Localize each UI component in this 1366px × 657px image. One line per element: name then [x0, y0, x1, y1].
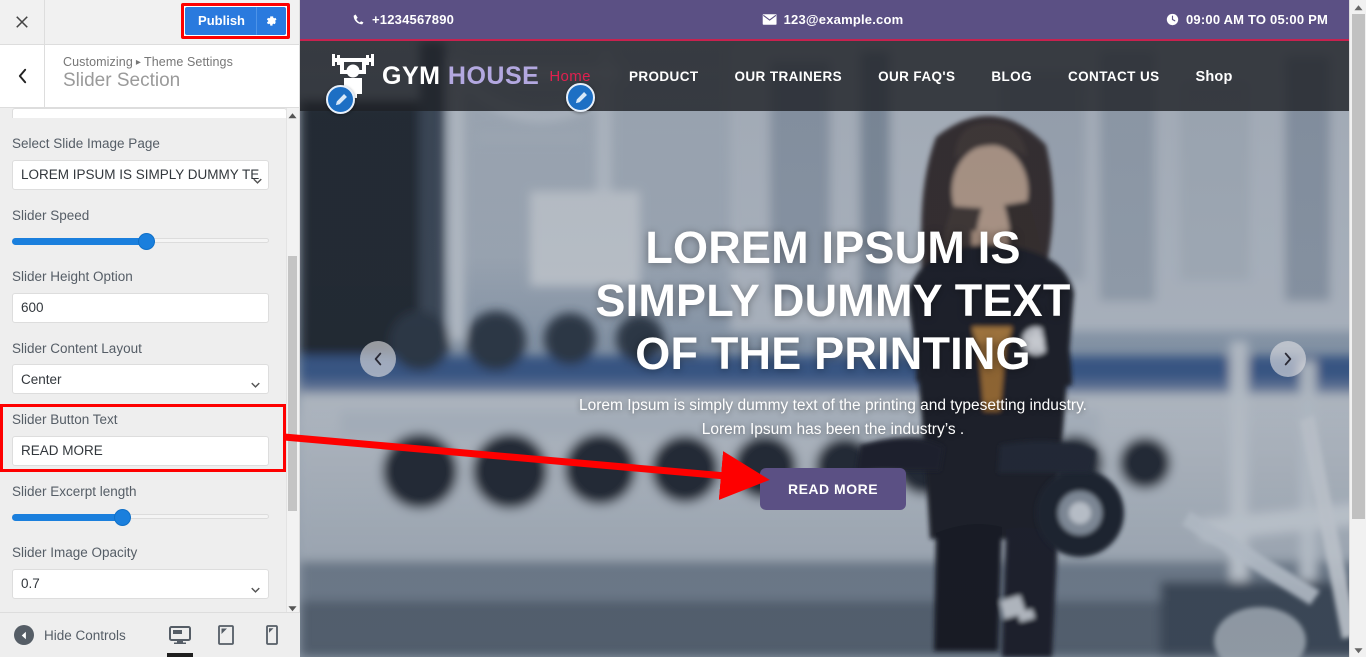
controls-panel: Select Slide Image Page LOREM IPSUM IS S…: [0, 108, 299, 616]
hero-title-line-3: OF THE PRINTING: [635, 328, 1031, 380]
select-value: LOREM IPSUM IS SIMPLY DUMMY TE: [21, 167, 260, 183]
back-button[interactable]: [0, 45, 45, 107]
nav-item-blog[interactable]: BLOG: [973, 69, 1050, 84]
nav-item-shop[interactable]: Shop: [1178, 69, 1251, 85]
control-slider-height-option: Slider Height Option 600: [12, 268, 287, 323]
control-slider-excerpt-length: Slider Excerpt length: [12, 483, 287, 528]
section-titles: Customizing ▸ Theme Settings Slider Sectio…: [45, 45, 233, 107]
select-slider-content-layout[interactable]: Center: [12, 364, 269, 395]
hero-title-line-2: SIMPLY DUMMY TEXT: [595, 275, 1071, 327]
nav-edit-pencil-icon[interactable]: [566, 83, 595, 112]
nav-item-home[interactable]: Home: [545, 68, 611, 85]
control-slider-image-opacity: Slider Image Opacity 0.7: [12, 544, 287, 599]
nav-item-contact-us[interactable]: CONTACT US: [1050, 69, 1178, 84]
hero-title-line-1: LOREM IPSUM IS: [645, 222, 1021, 273]
topbar-hours-label: 09:00 AM TO 05:00 PM: [1186, 12, 1328, 27]
logo-text-secondary: HOUSE: [447, 61, 540, 90]
control-label: Slider Height Option: [12, 269, 133, 285]
slider-excerpt-length-range[interactable]: [12, 507, 269, 527]
breadcrumb-parent[interactable]: Theme Settings: [144, 55, 233, 69]
control-label: Slider Excerpt length: [12, 483, 137, 499]
control-label: Slider Button Text: [12, 412, 118, 428]
close-icon[interactable]: [0, 0, 45, 44]
breadcrumb-separator: ▸: [135, 57, 141, 68]
slider-speed-range[interactable]: [12, 231, 269, 251]
range-thumb[interactable]: [115, 510, 130, 526]
sidebar-scrollbar-thumb[interactable]: [288, 256, 297, 511]
device-tablet-button[interactable]: [212, 613, 240, 657]
customizer-sidebar: Publish Customizing ▸ Theme Settings Sli…: [0, 0, 300, 657]
page-title: Slider Section: [63, 70, 181, 91]
scroll-up-icon[interactable]: [287, 110, 298, 121]
control-label: Slider Image Opacity: [12, 545, 138, 561]
hero-title: LOREM IPSUM IS SIMPLY DUMMY TEXT OF THE …: [480, 221, 1186, 380]
customizer-footer: Hide Controls: [0, 612, 300, 657]
chevron-down-icon: [253, 172, 262, 184]
breadcrumb: Customizing ▸ Theme Settings: [63, 55, 233, 69]
nav-item-product[interactable]: PRODUCT: [611, 69, 717, 84]
control-label: Slider Speed: [12, 207, 90, 223]
range-fill: [12, 514, 122, 522]
chevron-down-icon: [251, 581, 260, 593]
logo-text-primary: GYM: [382, 61, 441, 90]
device-preview-switcher: [166, 613, 300, 657]
topbar-email[interactable]: 123@example.com: [762, 12, 904, 27]
device-desktop-button[interactable]: [166, 613, 194, 657]
topbar-hours: 09:00 AM TO 05:00 PM: [1166, 12, 1328, 27]
preview-scrollbar[interactable]: [1349, 0, 1366, 657]
hide-controls-label: Hide Controls: [44, 627, 126, 643]
section-header: Customizing ▸ Theme Settings Slider Sectio…: [0, 45, 299, 108]
topbar-phone-label: +1234567890: [372, 12, 455, 27]
topbar-email-label: 123@example.com: [783, 12, 904, 27]
control-slider-content-layout: Slider Content Layout Center: [12, 340, 287, 395]
select-value: Center: [21, 371, 62, 387]
chevron-left-circle-icon: [14, 625, 34, 645]
control-label: Slider Content Layout: [12, 340, 142, 356]
envelope-icon: [762, 14, 777, 25]
hero-slider: LOREM IPSUM IS SIMPLY DUMMY TEXT OF THE …: [300, 41, 1366, 657]
phone-icon: [353, 14, 364, 25]
gear-icon[interactable]: [256, 7, 286, 35]
hero-content: LOREM IPSUM IS SIMPLY DUMMY TEXT OF THE …: [300, 221, 1366, 511]
preview-scrollbar-thumb[interactable]: [1352, 14, 1365, 519]
device-mobile-button[interactable]: [258, 613, 286, 657]
hide-controls-button[interactable]: Hide Controls: [0, 625, 126, 645]
site-nav-menu: Home PRODUCT OUR TRAINERS OUR FAQ'S BLOG…: [545, 68, 1250, 85]
range-thumb[interactable]: [139, 234, 154, 250]
control-slider-speed: Slider Speed: [12, 207, 287, 252]
hero-read-more-button[interactable]: READ MORE: [759, 468, 907, 511]
slider-height-input[interactable]: 600: [12, 292, 269, 323]
control-slider-button-text: Slider Button Text READ MORE: [12, 411, 287, 466]
slider-prev-button[interactable]: [360, 341, 396, 377]
range-fill: [12, 238, 146, 246]
preview-scroll-down-icon[interactable]: [1350, 643, 1366, 657]
site-preview: +1234567890 123@example.com 09:00 AM TO …: [300, 0, 1366, 657]
site-navbar: GYM HOUSE Home PRODUCT OUR TRAINERS OUR …: [300, 41, 1366, 114]
breadcrumb-root[interactable]: Customizing: [63, 55, 133, 69]
publish-button[interactable]: Publish: [185, 7, 256, 35]
select-value: 0.7: [21, 576, 40, 592]
clock-icon: [1166, 13, 1179, 26]
preview-scroll-up-icon[interactable]: [1350, 0, 1366, 14]
slider-next-button[interactable]: [1270, 341, 1306, 377]
nav-item-our-trainers[interactable]: OUR TRAINERS: [717, 69, 861, 84]
site-logo-text: GYM HOUSE: [382, 62, 539, 91]
chevron-down-icon: [251, 376, 260, 389]
slider-button-text-input[interactable]: READ MORE: [12, 435, 269, 466]
nav-item-our-faqs[interactable]: OUR FAQ'S: [860, 69, 973, 84]
select-slide-image-page[interactable]: LOREM IPSUM IS SIMPLY DUMMY TE: [12, 159, 269, 190]
topbar-phone[interactable]: +1234567890: [352, 12, 454, 27]
logo-edit-pencil-icon[interactable]: [326, 85, 355, 114]
hero-subtitle: Lorem Ipsum is simply dummy text of the …: [579, 397, 1087, 439]
select-slider-image-opacity[interactable]: 0.7: [12, 568, 269, 599]
customizer-header: Publish: [0, 0, 299, 45]
control-partially-hidden: [12, 108, 287, 118]
control-select-slide-image-page: Select Slide Image Page LOREM IPSUM IS S…: [12, 135, 287, 190]
sidebar-scrollbar[interactable]: [286, 108, 299, 616]
customizer-app: Publish Customizing ▸ Theme Settings Sli…: [0, 0, 1366, 657]
site-topbar: +1234567890 123@example.com 09:00 AM TO …: [300, 0, 1366, 41]
publish-highlight-box: Publish: [181, 3, 290, 39]
site-logo[interactable]: GYM HOUSE: [324, 54, 539, 98]
control-label: Select Slide Image Page: [12, 136, 160, 151]
